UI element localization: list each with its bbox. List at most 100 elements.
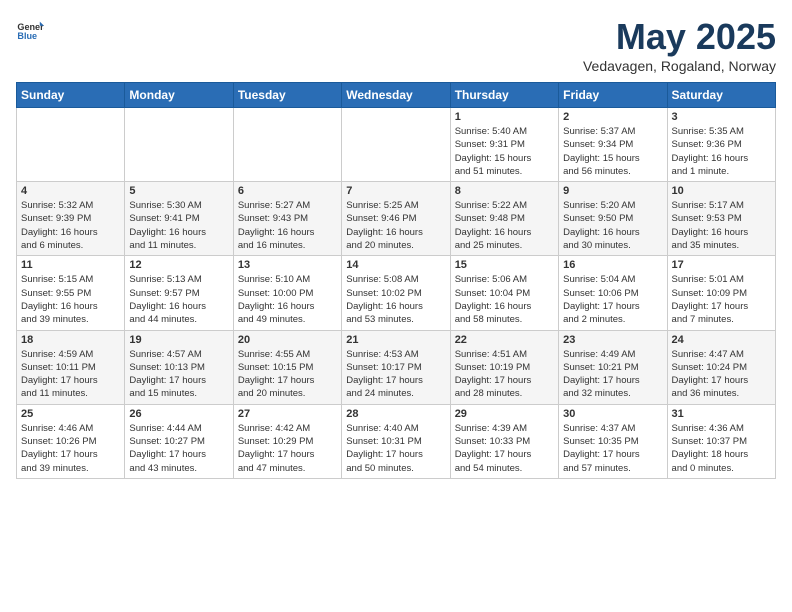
day-cell: 19 Sunrise: 4:57 AM Sunset: 10:13 PM Dayl… <box>125 330 233 404</box>
day-cell: 10 Sunrise: 5:17 AM Sunset: 9:53 PM Dayli… <box>667 182 775 256</box>
weekday-header-monday: Monday <box>125 83 233 108</box>
day-cell: 8 Sunrise: 5:22 AM Sunset: 9:48 PM Daylig… <box>450 182 558 256</box>
day-cell: 20Sunrise: 4:55 AM Sunset: 10:15 PM Dayl… <box>233 330 341 404</box>
day-cell: 6Sunrise: 5:27 AM Sunset: 9:43 PM Daylig… <box>233 182 341 256</box>
day-number: 9 <box>563 185 662 197</box>
week-row-5: 25 Sunrise: 4:46 AM Sunset: 10:26 PM Dayl… <box>17 404 776 478</box>
weekday-header-row: SundayMondayTuesdayWednesdayThursdayFrid… <box>17 83 776 108</box>
day-number: 25 <box>21 408 120 420</box>
day-info: Sunrise: 5:04 AM Sunset: 10:06 PM Daylig… <box>563 273 662 326</box>
day-number: 13 <box>238 259 337 271</box>
day-number: 10 <box>672 185 771 197</box>
location-title: Vedavagen, Rogaland, Norway <box>583 58 776 74</box>
logo-icon: General Blue <box>16 16 44 44</box>
day-cell: 29 Sunrise: 4:39 AM Sunset: 10:33 PM Dayl… <box>450 404 558 478</box>
day-number: 8 <box>455 185 554 197</box>
week-row-2: 4 Sunrise: 5:32 AM Sunset: 9:39 PM Daylig… <box>17 182 776 256</box>
day-info: Sunrise: 4:39 AM Sunset: 10:33 PM Daylig… <box>455 422 554 475</box>
day-cell <box>125 108 233 182</box>
day-cell: 24Sunrise: 4:47 AM Sunset: 10:24 PM Dayl… <box>667 330 775 404</box>
day-cell <box>17 108 125 182</box>
day-info: Sunrise: 5:32 AM Sunset: 9:39 PM Dayligh… <box>21 199 120 252</box>
day-number: 2 <box>563 111 662 123</box>
day-info: Sunrise: 5:17 AM Sunset: 9:53 PM Dayligh… <box>672 199 771 252</box>
weekday-header-tuesday: Tuesday <box>233 83 341 108</box>
day-cell: 9 Sunrise: 5:20 AM Sunset: 9:50 PM Daylig… <box>559 182 667 256</box>
day-number: 4 <box>21 185 120 197</box>
weekday-header-friday: Friday <box>559 83 667 108</box>
day-info: Sunrise: 5:22 AM Sunset: 9:48 PM Dayligh… <box>455 199 554 252</box>
day-number: 12 <box>129 259 228 271</box>
day-number: 3 <box>672 111 771 123</box>
day-info: Sunrise: 5:06 AM Sunset: 10:04 PM Daylig… <box>455 273 554 326</box>
day-info: Sunrise: 5:01 AM Sunset: 10:09 PM Daylig… <box>672 273 771 326</box>
day-info: Sunrise: 4:40 AM Sunset: 10:31 PM Daylig… <box>346 422 445 475</box>
day-number: 22 <box>455 334 554 346</box>
day-cell: 30 Sunrise: 4:37 AM Sunset: 10:35 PM Dayl… <box>559 404 667 478</box>
day-info: Sunrise: 4:42 AM Sunset: 10:29 PM Daylig… <box>238 422 337 475</box>
day-cell: 31Sunrise: 4:36 AM Sunset: 10:37 PM Dayl… <box>667 404 775 478</box>
day-cell <box>342 108 450 182</box>
day-number: 20 <box>238 334 337 346</box>
day-info: Sunrise: 5:20 AM Sunset: 9:50 PM Dayligh… <box>563 199 662 252</box>
calendar: SundayMondayTuesdayWednesdayThursdayFrid… <box>16 82 776 479</box>
day-cell: 16 Sunrise: 5:04 AM Sunset: 10:06 PM Dayl… <box>559 256 667 330</box>
day-number: 7 <box>346 185 445 197</box>
logo: General Blue <box>16 16 44 44</box>
day-number: 17 <box>672 259 771 271</box>
day-cell: 22 Sunrise: 4:51 AM Sunset: 10:19 PM Dayl… <box>450 330 558 404</box>
day-info: Sunrise: 5:40 AM Sunset: 9:31 PM Dayligh… <box>455 125 554 178</box>
day-cell: 23 Sunrise: 4:49 AM Sunset: 10:21 PM Dayl… <box>559 330 667 404</box>
day-info: Sunrise: 5:13 AM Sunset: 9:57 PM Dayligh… <box>129 273 228 326</box>
day-number: 14 <box>346 259 445 271</box>
day-info: Sunrise: 4:53 AM Sunset: 10:17 PM Daylig… <box>346 348 445 401</box>
day-cell: 28 Sunrise: 4:40 AM Sunset: 10:31 PM Dayl… <box>342 404 450 478</box>
day-number: 1 <box>455 111 554 123</box>
day-cell: 13Sunrise: 5:10 AM Sunset: 10:00 PM Dayl… <box>233 256 341 330</box>
day-number: 23 <box>563 334 662 346</box>
day-info: Sunrise: 4:51 AM Sunset: 10:19 PM Daylig… <box>455 348 554 401</box>
day-number: 18 <box>21 334 120 346</box>
day-number: 29 <box>455 408 554 420</box>
day-info: Sunrise: 5:08 AM Sunset: 10:02 PM Daylig… <box>346 273 445 326</box>
title-area: May 2025 Vedavagen, Rogaland, Norway <box>583 16 776 74</box>
day-cell: 27 Sunrise: 4:42 AM Sunset: 10:29 PM Dayl… <box>233 404 341 478</box>
day-cell: 1 Sunrise: 5:40 AM Sunset: 9:31 PM Daylig… <box>450 108 558 182</box>
day-cell: 26Sunrise: 4:44 AM Sunset: 10:27 PM Dayl… <box>125 404 233 478</box>
day-number: 24 <box>672 334 771 346</box>
day-info: Sunrise: 5:30 AM Sunset: 9:41 PM Dayligh… <box>129 199 228 252</box>
day-cell: 15Sunrise: 5:06 AM Sunset: 10:04 PM Dayl… <box>450 256 558 330</box>
weekday-header-wednesday: Wednesday <box>342 83 450 108</box>
weekday-header-thursday: Thursday <box>450 83 558 108</box>
weekday-header-saturday: Saturday <box>667 83 775 108</box>
day-info: Sunrise: 4:46 AM Sunset: 10:26 PM Daylig… <box>21 422 120 475</box>
day-number: 21 <box>346 334 445 346</box>
day-info: Sunrise: 4:37 AM Sunset: 10:35 PM Daylig… <box>563 422 662 475</box>
day-number: 19 <box>129 334 228 346</box>
day-cell <box>233 108 341 182</box>
day-number: 30 <box>563 408 662 420</box>
day-cell: 18Sunrise: 4:59 AM Sunset: 10:11 PM Dayl… <box>17 330 125 404</box>
day-number: 27 <box>238 408 337 420</box>
week-row-1: 1 Sunrise: 5:40 AM Sunset: 9:31 PM Daylig… <box>17 108 776 182</box>
day-cell: 7 Sunrise: 5:25 AM Sunset: 9:46 PM Daylig… <box>342 182 450 256</box>
weekday-header-sunday: Sunday <box>17 83 125 108</box>
day-number: 11 <box>21 259 120 271</box>
week-row-3: 11Sunrise: 5:15 AM Sunset: 9:55 PM Dayli… <box>17 256 776 330</box>
header: General Blue May 2025 Vedavagen, Rogalan… <box>16 16 776 74</box>
day-info: Sunrise: 4:44 AM Sunset: 10:27 PM Daylig… <box>129 422 228 475</box>
day-number: 5 <box>129 185 228 197</box>
week-row-4: 18Sunrise: 4:59 AM Sunset: 10:11 PM Dayl… <box>17 330 776 404</box>
day-cell: 17 Sunrise: 5:01 AM Sunset: 10:09 PM Dayl… <box>667 256 775 330</box>
day-info: Sunrise: 5:25 AM Sunset: 9:46 PM Dayligh… <box>346 199 445 252</box>
day-number: 16 <box>563 259 662 271</box>
day-number: 31 <box>672 408 771 420</box>
day-number: 28 <box>346 408 445 420</box>
day-cell: 21 Sunrise: 4:53 AM Sunset: 10:17 PM Dayl… <box>342 330 450 404</box>
month-title: May 2025 <box>583 16 776 58</box>
day-info: Sunrise: 4:49 AM Sunset: 10:21 PM Daylig… <box>563 348 662 401</box>
svg-text:Blue: Blue <box>17 31 37 41</box>
day-cell: 4 Sunrise: 5:32 AM Sunset: 9:39 PM Daylig… <box>17 182 125 256</box>
day-cell: 2Sunrise: 5:37 AM Sunset: 9:34 PM Daylig… <box>559 108 667 182</box>
day-info: Sunrise: 4:57 AM Sunset: 10:13 PM Daylig… <box>129 348 228 401</box>
